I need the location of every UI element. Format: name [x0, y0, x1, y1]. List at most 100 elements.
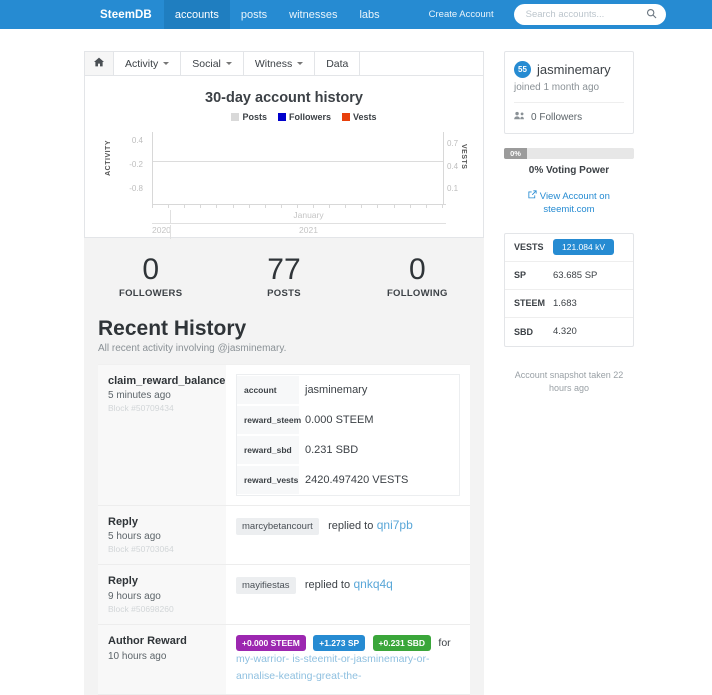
reply-target-link[interactable]: qnkq4q: [353, 577, 392, 591]
table-row: reward_steem 0.000 STEEM: [237, 405, 459, 435]
legend-swatch-followers: [277, 113, 286, 121]
balance-key-steem: STEEM: [514, 298, 546, 309]
history-meta: Reply 9 hours ago Block #50698260: [98, 565, 226, 624]
legend-label-posts: Posts: [242, 112, 267, 122]
balances-table: VESTS 121.084 kV SP 63.685 SP STEEM 1.68…: [504, 232, 634, 347]
table-row[interactable]: Reply 5 hours ago Block #50703064 marcyb…: [98, 505, 470, 566]
chevron-down-icon: [163, 62, 170, 65]
account-history-chart: 30-day account history Posts Followers V…: [84, 76, 484, 239]
chart-zero-line: [153, 161, 443, 162]
legend-item-posts[interactable]: Posts: [231, 112, 267, 122]
y2-tick-1: 0.4: [447, 162, 459, 171]
history-block: Block #50709434: [108, 403, 174, 414]
legend-item-followers[interactable]: Followers: [277, 112, 331, 122]
history-operation: claim_reward_balance: [108, 374, 226, 387]
search-input[interactable]: [523, 8, 644, 21]
table-row: reward_vests 2420.497420 VESTS: [237, 465, 459, 495]
brand-logo[interactable]: SteemDB: [88, 0, 164, 29]
nav-link-witnesses[interactable]: witnesses: [278, 0, 348, 29]
voting-power-label: 0% Voting Power: [528, 165, 610, 176]
detail-value: jasminemary: [305, 383, 368, 396]
x-year-label-2020: 2020: [152, 225, 171, 235]
main-column: Activity Social Witness Data 30-day acco…: [84, 51, 484, 695]
stat-following-value: 0: [408, 253, 426, 286]
nav-link-accounts[interactable]: accounts: [163, 0, 230, 29]
toolbar-item-data[interactable]: Data: [315, 52, 361, 75]
table-row: VESTS 121.084 kV: [505, 234, 633, 262]
search-icon: [646, 8, 657, 22]
reply-target-link[interactable]: qni7pb: [377, 518, 413, 532]
history-operation: Reply: [108, 575, 138, 588]
table-row: reward_sbd 0.231 SBD: [237, 435, 459, 465]
reward-permlink-line1[interactable]: my-warrior-: [236, 653, 289, 665]
navbar-right-group: Create Account: [417, 0, 666, 29]
people-icon: [514, 111, 525, 123]
history-meta: Reply 5 hours ago Block #50703064: [98, 505, 226, 565]
y2-tick-2: 0.1: [447, 184, 459, 193]
stat-followers-label: FOLLOWERS: [118, 287, 183, 299]
view-account-link[interactable]: View Account on steemit.com: [504, 190, 634, 217]
chevron-down-icon: [297, 62, 304, 65]
toolbar-home-button[interactable]: [85, 52, 114, 75]
detail-value: 2420.497420 VESTS: [305, 473, 409, 486]
reward-badge-sp: +1.273 SP: [313, 635, 366, 651]
create-account-button[interactable]: Create Account: [417, 9, 506, 20]
profile-card: 55 jasminemary joined 1 month ago 0 Foll…: [504, 51, 634, 134]
voting-power-bar: 0%: [504, 148, 634, 159]
balance-key-sbd: SBD: [514, 326, 534, 337]
profile-followers[interactable]: 0 Followers: [514, 111, 624, 123]
voting-power-fill: 0%: [504, 148, 527, 159]
external-link-icon: [528, 190, 540, 202]
detail-value: 0.231 SBD: [305, 443, 359, 456]
nav-link-posts[interactable]: posts: [230, 0, 278, 29]
table-row: SP 63.685 SP: [505, 262, 633, 290]
legend-item-vests[interactable]: Vests: [342, 112, 377, 122]
table-row[interactable]: claim_reward_balance 5 minutes ago Block…: [98, 363, 470, 506]
stat-following-label: FOLLOWING: [386, 287, 448, 299]
stat-following: 0 FOLLOWING: [351, 254, 484, 299]
reply-verb: replied to: [304, 579, 351, 592]
account-stats: 0 FOLLOWERS 77 POSTS 0 FOLLOWING: [84, 238, 484, 309]
table-row[interactable]: Reply 9 hours ago Block #50698260 mayifi…: [98, 565, 470, 625]
history-block: Block #50703064: [108, 544, 174, 555]
stat-followers-value: 0: [142, 253, 159, 286]
divider: [514, 102, 624, 103]
history-list: claim_reward_balance 5 minutes ago Block…: [84, 353, 484, 695]
reply-author[interactable]: marcybetancourt: [236, 517, 319, 535]
history-timestamp: 5 minutes ago: [108, 390, 171, 402]
history-block: Block #50698260: [108, 604, 174, 614]
page-body: Activity Social Witness Data 30-day acco…: [0, 29, 712, 695]
chevron-down-icon: [225, 62, 232, 65]
detail-key: account: [237, 375, 299, 404]
y-tick-1: -0.2: [129, 160, 143, 169]
toolbar-label-social: Social: [192, 57, 221, 70]
nav-link-labs[interactable]: labs: [348, 0, 390, 29]
table-row[interactable]: Author Reward 10 hours ago +0.000 STEEM …: [98, 625, 470, 695]
toolbar-label-witness: Witness: [254, 57, 293, 70]
legend-label-followers: Followers: [288, 112, 331, 122]
recent-history-title: Recent History: [98, 316, 247, 340]
profile-username: jasminemary: [537, 62, 611, 77]
toolbar-item-social[interactable]: Social: [181, 52, 244, 75]
history-timestamp: 10 hours ago: [108, 650, 167, 662]
balance-value-steem: 1.683: [553, 297, 577, 309]
reward-badge-steem: +0.000 STEEM: [236, 635, 306, 651]
table-row: account jasminemary: [237, 375, 459, 405]
toolbar-item-witness[interactable]: Witness: [244, 52, 316, 75]
chart-y-axis-label: ACTIVITY: [105, 140, 112, 176]
snapshot-note: Account snapshot taken 22 hours ago: [514, 369, 624, 393]
reply-author[interactable]: mayifiestas: [236, 577, 296, 595]
balance-value-sbd: 4.320: [553, 326, 577, 338]
toolbar-item-activity[interactable]: Activity: [114, 52, 182, 75]
stat-followers: 0 FOLLOWERS: [84, 254, 217, 299]
history-timestamp: 5 hours ago: [108, 531, 161, 543]
legend-swatch-vests: [342, 113, 350, 121]
search-box[interactable]: [513, 4, 666, 25]
detail-key: reward_sbd: [237, 435, 299, 464]
toolbar-label-activity: Activity: [125, 57, 159, 70]
table-row: SBD 4.320: [505, 318, 633, 346]
detail-value: 0.000 STEEM: [305, 413, 374, 426]
legend-label-vests: Vests: [353, 112, 377, 122]
history-meta: claim_reward_balance 5 minutes ago Block…: [98, 364, 226, 505]
